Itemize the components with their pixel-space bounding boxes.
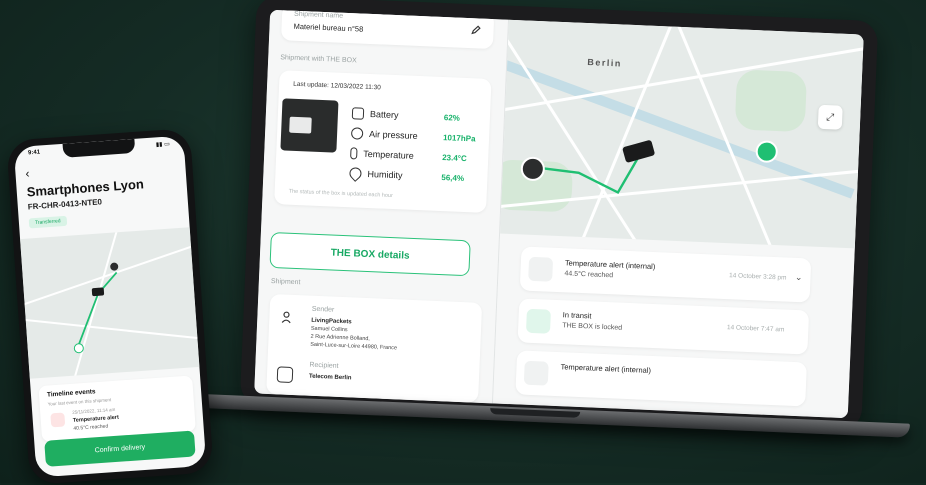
back-arrow-icon[interactable]: ‹	[25, 166, 30, 180]
thermometer-icon	[523, 360, 549, 386]
sender-recipient-card: Sender LivingPackets Samuel Collins 2 Ru…	[266, 293, 483, 403]
metric-battery: Battery 62%	[351, 107, 460, 124]
shipment-name-card[interactable]: Shipment name Materiel bureau n°58	[280, 9, 495, 50]
status-note: The status of the box is updated each ho…	[288, 188, 393, 200]
phone-map[interactable]	[20, 227, 200, 379]
phone-route-line	[76, 271, 118, 348]
sender-company: LivingPackets	[311, 317, 352, 326]
expand-map-icon[interactable]: ⤢	[817, 104, 843, 130]
event-title: Temperature alert	[72, 414, 120, 424]
last-update-text: Last update: 12/03/2022 11:30	[293, 80, 381, 92]
shipment-name-value: Materiel bureau n°58	[293, 21, 364, 34]
event-sub: 40.5°C reached	[73, 423, 109, 432]
battery-icon	[351, 107, 365, 120]
timeline-event[interactable]: In transit THE BOX is locked 14 October …	[517, 298, 810, 355]
person-route-icon	[281, 311, 291, 324]
box-device-image	[280, 98, 339, 153]
timeline-event[interactable]: Temperature alert (internal)	[515, 350, 807, 407]
sender-address-2: Saint-Luce-sur-Loire 44980, France	[310, 341, 398, 352]
shipment-section-label: Shipment	[270, 277, 301, 287]
gauge-icon	[350, 127, 364, 140]
sender-address-1: 2 Rue Adrienne Bolland,	[310, 333, 371, 343]
tracking-map[interactable]: Berlin ⤢	[500, 19, 864, 249]
laptop-frame: Shipment name Materiel bureau n°58 Shipm…	[239, 0, 879, 431]
box-location-marker-icon[interactable]	[91, 287, 105, 297]
phone-notch	[62, 138, 136, 158]
status-time: 9:41	[27, 149, 41, 157]
shipment-with-label: Shipment with THE BOX	[280, 54, 357, 65]
thermometer-icon	[350, 147, 358, 160]
phone-screen: 9:41 ▮▮ ▭ ‹ Smartphones Lyon FR-CHR-0413…	[13, 135, 207, 478]
recipient-box-icon	[276, 366, 294, 383]
alert-thermometer-icon	[50, 412, 66, 428]
metric-air-pressure: Air pressure 1017hPa	[350, 127, 476, 144]
droplet-icon	[347, 164, 364, 182]
shipment-panel: Shipment name Materiel bureau n°58 Shipm…	[254, 9, 509, 404]
metric-humidity: Humidity 56,4%	[347, 164, 464, 184]
thermometer-icon	[528, 256, 554, 282]
phone-shipment-code: FR-CHR-0413-NTE0	[27, 197, 103, 212]
timeline-title: Timeline events	[46, 388, 96, 399]
shipment-name-label: Shipment name	[293, 10, 344, 20]
edit-pencil-icon[interactable]	[470, 24, 481, 35]
sender-label: Sender	[311, 305, 335, 314]
event-date: 25/11/2022, 11:14 am	[72, 406, 116, 415]
metric-temperature: Temperature 23.4°C	[350, 147, 467, 164]
box-details-button[interactable]: THE BOX details	[269, 231, 471, 277]
signal-battery-icon: ▮▮ ▭	[155, 141, 171, 149]
phone-shipment-title: Smartphones Lyon	[26, 176, 145, 200]
timeline-event[interactable]: Temperature alert (internal) 44.5°C reac…	[519, 246, 812, 303]
laptop-notch	[489, 408, 581, 418]
tracking-panel: Berlin ⤢ Temperature alert (internal) 44…	[492, 19, 864, 419]
timeline-subtitle: Your last event on this shipment	[47, 397, 112, 407]
recipient-company: Telecom Berlin	[308, 373, 352, 382]
route-line	[530, 154, 641, 195]
laptop-screen: Shipment name Materiel bureau n°58 Shipm…	[254, 9, 864, 419]
status-badge: Transferred	[28, 215, 67, 229]
chevron-down-icon[interactable]: ⌄	[795, 272, 803, 283]
box-status-card: Last update: 12/03/2022 11:30 Battery 62…	[274, 70, 492, 213]
sender-name: Samuel Collins	[310, 325, 348, 334]
lock-icon	[525, 308, 551, 334]
recipient-label: Recipient	[309, 361, 339, 370]
phone-frame: 9:41 ▮▮ ▭ ‹ Smartphones Lyon FR-CHR-0413…	[6, 128, 214, 485]
